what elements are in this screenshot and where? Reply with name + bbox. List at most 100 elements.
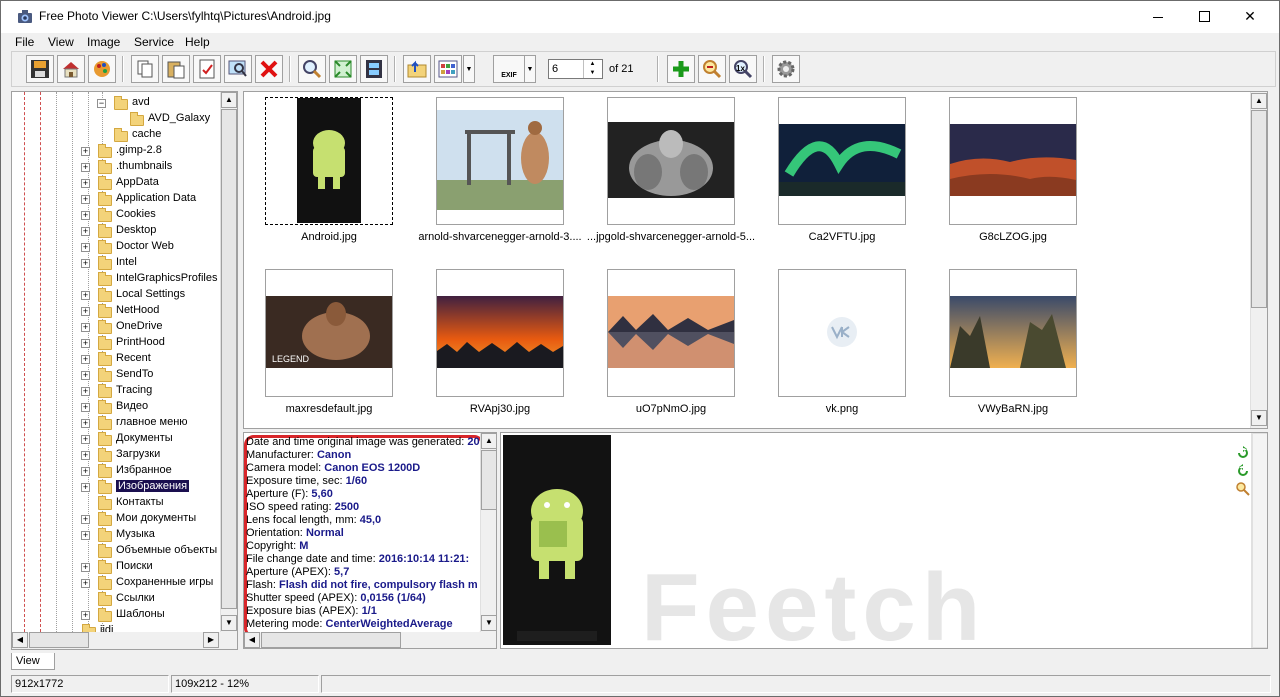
thumbnail-filename[interactable]: VWyBaRN.jpg bbox=[928, 403, 1098, 415]
scroll-up-icon[interactable]: ▲ bbox=[481, 433, 496, 449]
tree-item[interactable]: + Документы bbox=[12, 432, 217, 448]
expand-icon[interactable]: + bbox=[81, 419, 90, 428]
thumbnail[interactable] bbox=[265, 97, 393, 225]
tree-item[interactable]: AVD_Galaxy bbox=[12, 112, 217, 128]
spinner-down-icon[interactable]: ▼ bbox=[584, 69, 601, 78]
expand-icon[interactable]: + bbox=[81, 371, 90, 380]
up-folder-button[interactable] bbox=[403, 55, 431, 83]
tree-item[interactable]: + Поиски bbox=[12, 560, 217, 576]
minimize-button[interactable] bbox=[1135, 1, 1181, 32]
tree-item[interactable]: + Видео bbox=[12, 400, 217, 416]
scroll-thumb[interactable] bbox=[221, 109, 237, 609]
thumbnail-filename[interactable]: ...jpgold-shvarcenegger-arnold-5... bbox=[586, 231, 756, 243]
scroll-down-icon[interactable]: ▼ bbox=[481, 615, 496, 631]
tree-item[interactable]: + NetHood bbox=[12, 304, 217, 320]
expand-icon[interactable]: + bbox=[81, 147, 90, 156]
expand-icon[interactable]: + bbox=[81, 355, 90, 364]
expand-icon[interactable]: + bbox=[81, 307, 90, 316]
tree-item[interactable]: − avd bbox=[12, 96, 217, 112]
title-bar[interactable]: Free Photo Viewer C:\Users\fylhtq\Pictur… bbox=[1, 1, 1279, 33]
tree-item[interactable]: + Tracing bbox=[12, 384, 217, 400]
tree-item[interactable]: IntelGraphicsProfiles bbox=[12, 272, 218, 288]
menu-image[interactable]: Image bbox=[87, 35, 120, 49]
thumbnail-view-button[interactable] bbox=[434, 55, 462, 83]
scroll-thumb[interactable] bbox=[1251, 110, 1267, 308]
tree-item[interactable]: + Intel bbox=[12, 256, 217, 272]
expand-icon[interactable]: + bbox=[81, 467, 90, 476]
thumbnail-filename[interactable]: G8cLZOG.jpg bbox=[928, 231, 1098, 243]
tree-item[interactable]: + Сохраненные игры bbox=[12, 576, 217, 592]
thumbnail-gallery[interactable]: Android.jpg arnold-shvarcenegger-arnold-3… bbox=[243, 91, 1268, 429]
thumbnail-filename[interactable]: uO7pNmO.jpg bbox=[586, 403, 756, 415]
thumbnail[interactable] bbox=[778, 97, 906, 225]
expand-icon[interactable]: + bbox=[81, 227, 90, 236]
scroll-up-icon[interactable]: ▲ bbox=[221, 92, 237, 108]
rotate-right-icon[interactable] bbox=[1235, 445, 1251, 461]
settings-button[interactable] bbox=[772, 55, 800, 83]
scroll-right-icon[interactable]: ▶ bbox=[203, 632, 219, 648]
expand-icon[interactable]: + bbox=[81, 579, 90, 588]
expand-icon[interactable]: + bbox=[81, 387, 90, 396]
preview-scrollbar[interactable] bbox=[1251, 433, 1267, 648]
copy-button[interactable] bbox=[131, 55, 159, 83]
close-button[interactable]: ✕ bbox=[1227, 1, 1273, 32]
tree-item[interactable]: + Cookies bbox=[12, 208, 217, 224]
delete-button[interactable] bbox=[255, 55, 283, 83]
scroll-thumb[interactable] bbox=[29, 632, 89, 648]
zoom-out-small-icon[interactable] bbox=[1235, 481, 1251, 497]
expand-icon[interactable]: + bbox=[81, 179, 90, 188]
maximize-button[interactable] bbox=[1181, 1, 1227, 32]
expand-icon[interactable]: + bbox=[81, 563, 90, 572]
folder-tree[interactable]: − avd AVD_Galaxy cache + .gimp-2.8 + .thumbnail… bbox=[11, 91, 238, 650]
scroll-left-icon[interactable]: ◀ bbox=[244, 632, 260, 648]
scroll-up-icon[interactable]: ▲ bbox=[1251, 93, 1267, 109]
find-image-button[interactable] bbox=[224, 55, 252, 83]
zoom-in-button[interactable] bbox=[667, 55, 695, 83]
rotate-left-icon[interactable] bbox=[1235, 463, 1251, 479]
tree-item[interactable]: + Музыка bbox=[12, 528, 217, 544]
tree-item[interactable]: Объемные объекты bbox=[12, 544, 217, 560]
spinner-up-icon[interactable]: ▲ bbox=[584, 60, 601, 69]
tree-hscrollbar[interactable]: ◀ ▶ bbox=[12, 632, 237, 649]
thumbnail-filename[interactable]: RVApj30.jpg bbox=[415, 403, 585, 415]
tree-item[interactable]: cache bbox=[12, 128, 217, 144]
exif-hscrollbar[interactable]: ◀ bbox=[244, 632, 496, 648]
tree-item[interactable]: + Local Settings bbox=[12, 288, 217, 304]
thumbnail-filename[interactable]: Ca2VFTU.jpg bbox=[757, 231, 927, 243]
tree-item[interactable]: + Избранное bbox=[12, 464, 217, 480]
exif-button[interactable]: EXIF bbox=[493, 55, 525, 83]
thumbnail[interactable]: LEGEND bbox=[265, 269, 393, 397]
tree-item[interactable]: + Шаблоны bbox=[12, 608, 217, 624]
thumbnail[interactable] bbox=[436, 269, 564, 397]
tree-scrollbar[interactable]: ▲ ▼ bbox=[220, 92, 237, 632]
scroll-thumb[interactable] bbox=[261, 632, 401, 648]
fullscreen-button[interactable] bbox=[329, 55, 357, 83]
tree-item[interactable]: Ссылки bbox=[12, 592, 217, 608]
tree-item[interactable]: + Загрузки bbox=[12, 448, 217, 464]
tree-item[interactable]: + AppData bbox=[12, 176, 217, 192]
tree-item[interactable]: + Doctor Web bbox=[12, 240, 217, 256]
thumbnail[interactable] bbox=[607, 97, 735, 225]
tab-view[interactable]: View bbox=[11, 653, 55, 670]
tree-item[interactable]: + PrintHood bbox=[12, 336, 217, 352]
thumbnail[interactable] bbox=[607, 269, 735, 397]
page-spinner[interactable]: ▲ ▼ bbox=[583, 60, 601, 78]
home-button[interactable] bbox=[57, 55, 85, 83]
zoom-out-button[interactable] bbox=[698, 55, 726, 83]
menu-service[interactable]: Service bbox=[134, 35, 174, 49]
tree-item[interactable]: + Мои документы bbox=[12, 512, 217, 528]
tree-item[interactable]: Контакты bbox=[12, 496, 217, 512]
expand-icon[interactable]: + bbox=[81, 323, 90, 332]
expand-icon[interactable]: + bbox=[81, 243, 90, 252]
tree-item[interactable]: + Изображения bbox=[12, 480, 217, 496]
menu-help[interactable]: Help bbox=[185, 35, 210, 49]
expand-icon[interactable]: + bbox=[81, 195, 90, 204]
expand-icon[interactable]: + bbox=[81, 291, 90, 300]
expand-icon[interactable]: + bbox=[81, 163, 90, 172]
scroll-left-icon[interactable]: ◀ bbox=[12, 632, 28, 648]
expand-icon[interactable]: + bbox=[81, 211, 90, 220]
thumbnail[interactable] bbox=[949, 269, 1077, 397]
menu-file[interactable]: File bbox=[15, 35, 34, 49]
scroll-down-icon[interactable]: ▼ bbox=[1251, 410, 1267, 426]
thumbnail-filename[interactable]: maxresdefault.jpg bbox=[244, 403, 414, 415]
